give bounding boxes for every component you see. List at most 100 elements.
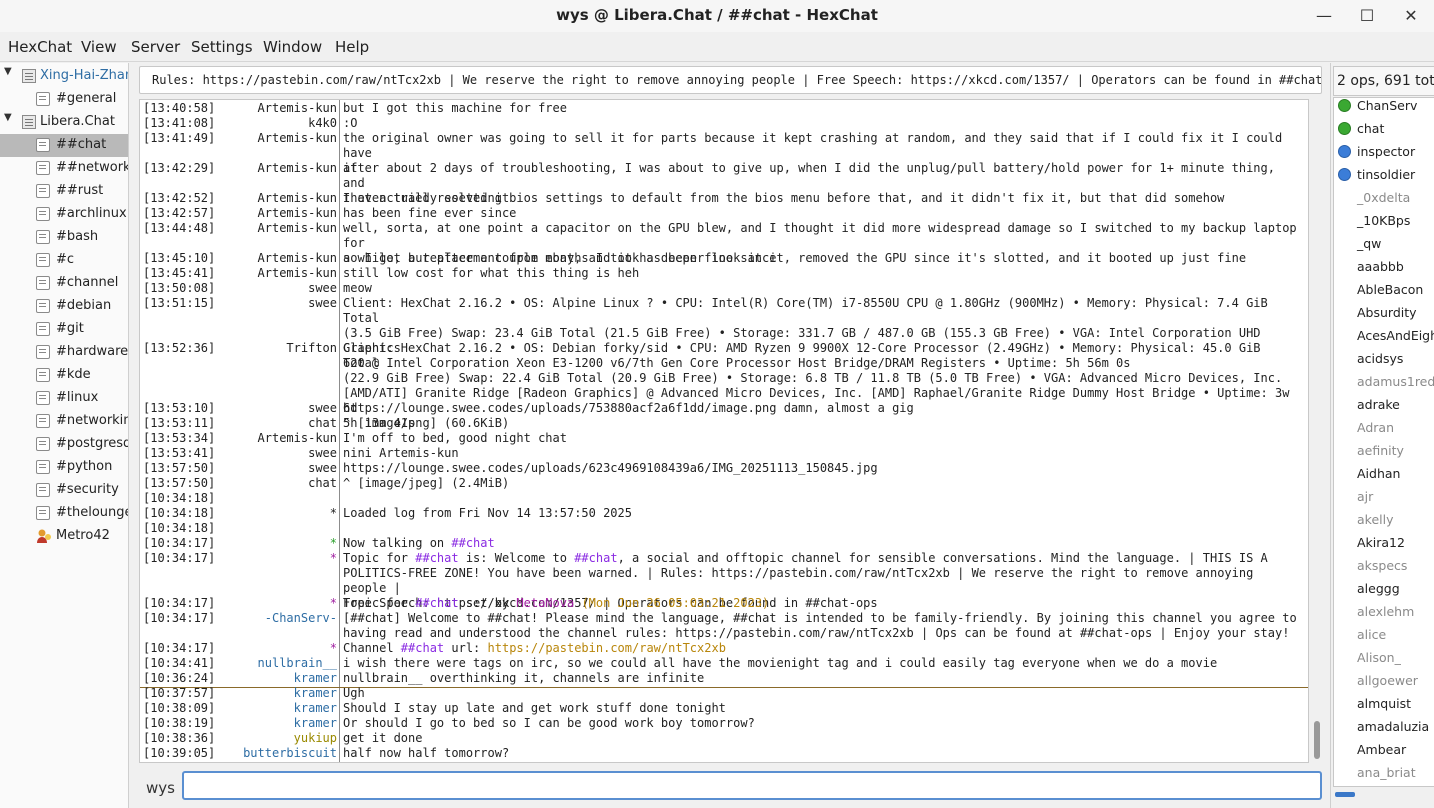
user-list-item[interactable]: inspector xyxy=(1334,141,1434,164)
tree-channel[interactable]: ##rust xyxy=(0,180,128,203)
nick[interactable]: kramer xyxy=(294,701,337,716)
menu-window[interactable]: Window xyxy=(263,38,322,56)
user-list-item[interactable]: Aidhan xyxy=(1334,463,1434,486)
user-list-item[interactable]: chat xyxy=(1334,118,1434,141)
nick[interactable]: swee xyxy=(308,401,337,416)
user-list-item[interactable]: ana_briat xyxy=(1334,762,1434,785)
topic-bar[interactable]: Rules: https://pastebin.com/raw/ntTcx2xb… xyxy=(139,66,1322,94)
expander-arrow-icon[interactable]: ▼ xyxy=(4,112,12,123)
nick[interactable]: -ChanServ- xyxy=(265,611,337,626)
nick[interactable]: swee xyxy=(308,461,337,476)
user-list-item[interactable]: alice xyxy=(1334,624,1434,647)
user-list-item[interactable]: Akira12 xyxy=(1334,532,1434,555)
tree-server[interactable]: ▼ Libera.Chat xyxy=(0,111,128,134)
user-list-item[interactable]: _10KBps xyxy=(1334,210,1434,233)
user-list-item[interactable]: _0xdelta xyxy=(1334,187,1434,210)
user-list-item[interactable]: almquist xyxy=(1334,693,1434,716)
tree-channel[interactable]: #git xyxy=(0,318,128,341)
nick[interactable]: kramer xyxy=(294,716,337,731)
tree-channel[interactable]: #thelounge xyxy=(0,502,128,525)
user-list-item[interactable]: alexlehm xyxy=(1334,601,1434,624)
tree-channel[interactable]: #general xyxy=(0,88,128,111)
user-list-item[interactable]: ajr xyxy=(1334,486,1434,509)
user-list-item[interactable]: akelly xyxy=(1334,509,1434,532)
menu-server[interactable]: Server xyxy=(131,38,180,56)
user-list[interactable]: ChanServ chat inspector tinsoldier _0xdelta _… xyxy=(1333,97,1434,787)
tree-server[interactable]: ▼ Xing-Hai-Zhang xyxy=(0,65,128,88)
nick[interactable]: Artemis-kun xyxy=(258,101,337,116)
user-list-item[interactable]: aefinity xyxy=(1334,440,1434,463)
tree-query[interactable]: Metro42 xyxy=(0,525,128,548)
nick[interactable]: Artemis-kun xyxy=(258,131,337,146)
tree-channel[interactable]: #kde xyxy=(0,364,128,387)
user-list-item[interactable]: tinsoldier xyxy=(1334,164,1434,187)
tree-channel[interactable]: #channel xyxy=(0,272,128,295)
nick[interactable]: Artemis-kun xyxy=(258,251,337,266)
nick[interactable]: * xyxy=(330,551,337,566)
user-list-item[interactable]: AcesAndEights xyxy=(1334,325,1434,348)
nick[interactable]: Artemis-kun xyxy=(258,266,337,281)
nick[interactable]: kramer xyxy=(294,671,337,686)
tree-channel[interactable]: #security xyxy=(0,479,128,502)
nick[interactable]: Artemis-kun xyxy=(258,431,337,446)
user-list-item[interactable]: _qw xyxy=(1334,233,1434,256)
chat-scrollbar[interactable] xyxy=(1311,99,1323,763)
nick[interactable]: Artemis-kun xyxy=(258,161,337,176)
tree-channel[interactable]: #debian xyxy=(0,295,128,318)
nick[interactable]: * xyxy=(330,506,337,521)
message-input[interactable] xyxy=(182,771,1322,800)
user-list-item[interactable]: aleggg xyxy=(1334,578,1434,601)
close-button[interactable]: ✕ xyxy=(1400,5,1422,27)
nick[interactable]: chat xyxy=(308,416,337,431)
user-list-item[interactable]: acidsys xyxy=(1334,348,1434,371)
user-list-item[interactable]: allgoewer xyxy=(1334,670,1434,693)
user-list-item[interactable]: akspecs xyxy=(1334,555,1434,578)
nick[interactable]: swee xyxy=(308,281,337,296)
nick[interactable]: Artemis-kun xyxy=(258,221,337,236)
maximize-button[interactable]: ☐ xyxy=(1356,5,1378,27)
nick[interactable]: nullbrain__ xyxy=(258,656,337,671)
user-list-item[interactable]: aaabbb xyxy=(1334,256,1434,279)
tree-channel[interactable]: #archlinux xyxy=(0,203,128,226)
tree-channel[interactable]: #networking xyxy=(0,410,128,433)
menu-hexchat[interactable]: HexChat xyxy=(8,38,72,56)
scrollbar-thumb[interactable] xyxy=(1314,721,1320,759)
user-list-item[interactable]: Absurdity xyxy=(1334,302,1434,325)
nick[interactable]: Artemis-kun xyxy=(258,191,337,206)
user-list-item[interactable]: AbleBacon xyxy=(1334,279,1434,302)
user-list-item[interactable]: amadaluzia xyxy=(1334,716,1434,739)
user-list-item[interactable]: Alison_ xyxy=(1334,647,1434,670)
menu-settings[interactable]: Settings xyxy=(191,38,253,56)
tree-channel[interactable]: #postgresql xyxy=(0,433,128,456)
nick[interactable]: * xyxy=(330,641,337,656)
nick[interactable]: swee xyxy=(308,446,337,461)
user-list-item[interactable]: ChanServ xyxy=(1334,98,1434,118)
nick[interactable]: * xyxy=(330,596,337,611)
expander-arrow-icon[interactable]: ▼ xyxy=(4,66,12,77)
nick[interactable]: chat xyxy=(308,476,337,491)
nick[interactable]: * xyxy=(330,536,337,551)
userlist-scrollbar[interactable] xyxy=(1333,789,1433,799)
userlist-scrollbar-thumb[interactable] xyxy=(1335,792,1355,797)
nick[interactable]: swee xyxy=(308,296,337,311)
menu-help[interactable]: Help xyxy=(335,38,369,56)
nick-button[interactable]: wys xyxy=(146,779,175,797)
nick[interactable]: yukiup xyxy=(294,731,337,746)
user-list-item[interactable]: adamus1red xyxy=(1334,371,1434,394)
minimize-button[interactable]: — xyxy=(1313,5,1335,27)
nick[interactable]: Artemis-kun xyxy=(258,206,337,221)
tree-channel[interactable]: #hardware xyxy=(0,341,128,364)
menu-view[interactable]: View xyxy=(81,38,117,56)
nick[interactable]: k4k0 xyxy=(308,116,337,131)
tree-channel[interactable]: #c xyxy=(0,249,128,272)
tree-channel[interactable]: ##chat xyxy=(0,134,128,157)
tree-channel[interactable]: ##networking xyxy=(0,157,128,180)
user-list-item[interactable]: adrake xyxy=(1334,394,1434,417)
nick[interactable]: Trifton xyxy=(286,341,337,356)
user-list-item[interactable]: Adran xyxy=(1334,417,1434,440)
tree-channel[interactable]: #bash xyxy=(0,226,128,249)
tree-channel[interactable]: #python xyxy=(0,456,128,479)
chat-log[interactable]: [13:40:58] Artemis-kun but I got this mach… xyxy=(139,99,1309,763)
user-list-item[interactable]: Ambear xyxy=(1334,739,1434,762)
nick[interactable]: butterbiscuit xyxy=(243,746,337,761)
